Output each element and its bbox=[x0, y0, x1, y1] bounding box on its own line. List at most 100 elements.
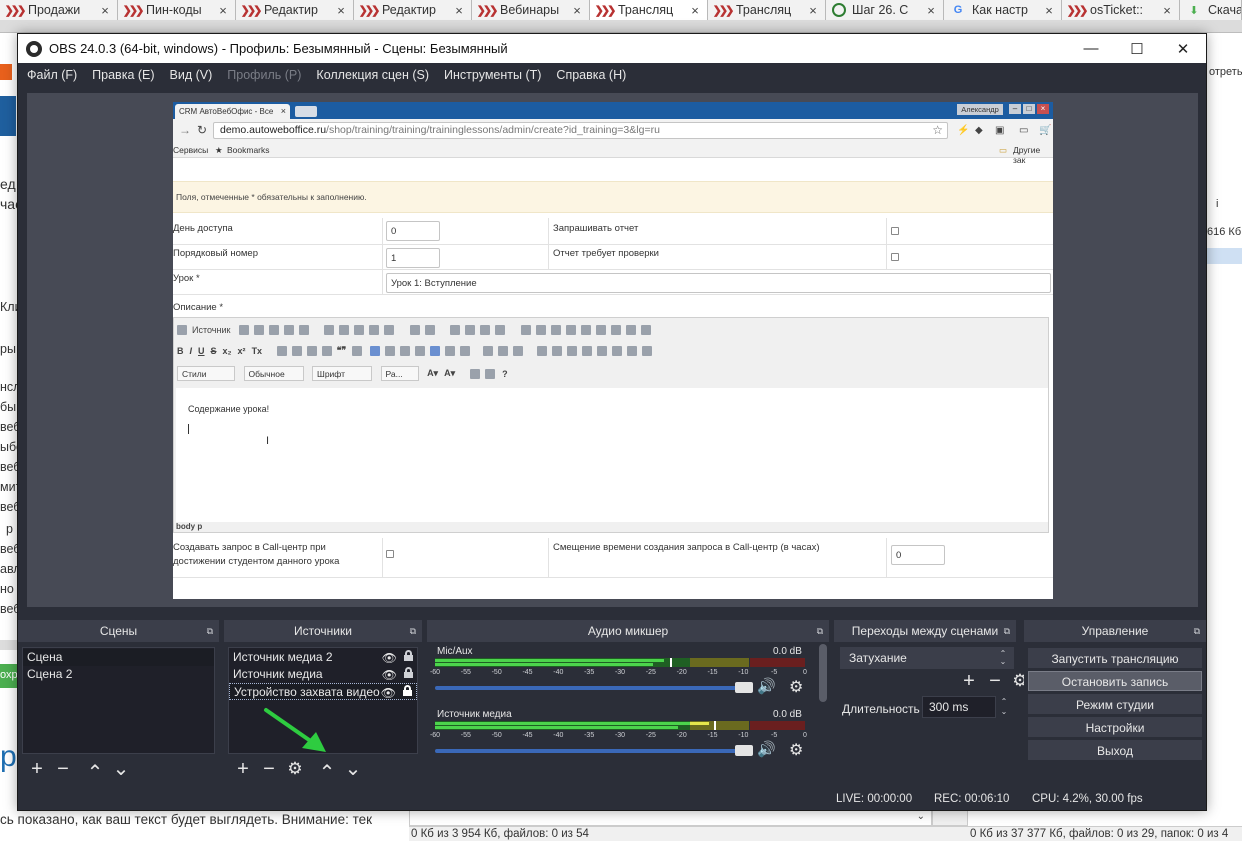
add-transition-button[interactable]: + bbox=[958, 670, 980, 692]
browser-tab[interactable]: ❯❯❯ Редактир × bbox=[236, 0, 354, 20]
unlock-icon[interactable] bbox=[404, 667, 413, 678]
add-source-button[interactable]: + bbox=[232, 758, 254, 780]
tab-close-icon[interactable]: × bbox=[688, 3, 702, 18]
spin-arrows-icon[interactable]: ⌃ ⌄ bbox=[997, 697, 1011, 717]
eye-icon[interactable]: 👁 bbox=[382, 667, 397, 684]
undock-icon[interactable]: ⧉ bbox=[1194, 620, 1200, 642]
menu-item[interactable]: Справка (H) bbox=[556, 68, 626, 82]
maximize-button[interactable]: ☐ bbox=[1114, 34, 1160, 63]
duration-spinbox[interactable]: 300 ms ⌃ ⌄ bbox=[922, 696, 1007, 718]
editor-font-combo: Шрифт bbox=[312, 366, 373, 381]
tab-close-icon[interactable]: × bbox=[334, 3, 348, 18]
stop-recording-button[interactable]: Остановить запись bbox=[1028, 671, 1202, 691]
gear-icon[interactable]: ⚙ bbox=[789, 677, 803, 697]
background-page-right-text: i bbox=[1216, 198, 1219, 210]
remove-source-button[interactable]: − bbox=[258, 758, 280, 780]
browser-tab-title: Редактир bbox=[382, 3, 436, 17]
remove-transition-button[interactable]: − bbox=[984, 670, 1006, 692]
undock-icon[interactable]: ⧉ bbox=[817, 620, 823, 642]
move-scene-down-button[interactable]: ⌄ bbox=[110, 758, 132, 780]
bookmark-item: Bookmarks bbox=[227, 145, 270, 155]
scenes-dock-header: Сцены ⧉ bbox=[18, 620, 219, 642]
remove-scene-button[interactable]: − bbox=[52, 758, 74, 780]
move-source-down-button[interactable]: ⌄ bbox=[342, 758, 364, 780]
settings-button[interactable]: Настройки bbox=[1028, 717, 1202, 737]
mixer-scale-tick: -5 bbox=[771, 669, 778, 676]
menu-item[interactable]: Вид (V) bbox=[170, 68, 213, 82]
tab-close-icon[interactable]: × bbox=[1160, 3, 1174, 18]
eye-icon[interactable]: 👁 bbox=[381, 685, 396, 702]
tab-close-icon[interactable]: × bbox=[570, 3, 584, 18]
source-item[interactable]: Источник медиа 👁 bbox=[229, 666, 417, 683]
mixer-channel-db: 0.0 dB bbox=[773, 646, 802, 657]
browser-tab[interactable]: ⬇ Скачат bbox=[1180, 0, 1242, 20]
mixer-scale-tick: -20 bbox=[676, 732, 687, 739]
browser-tab[interactable]: ❯❯❯ Пин-коды × bbox=[118, 0, 236, 20]
menu-item[interactable]: Инструменты (T) bbox=[444, 68, 541, 82]
start-streaming-button[interactable]: Запустить трансляцию bbox=[1028, 648, 1202, 668]
tab-close-icon[interactable]: × bbox=[1042, 3, 1056, 18]
duration-label: Длительность bbox=[842, 702, 920, 716]
scene-item[interactable]: Сцена bbox=[23, 649, 214, 666]
speaker-icon[interactable]: 🔊 bbox=[757, 740, 776, 758]
transition-select[interactable]: Затухание ⌃ ⌄ bbox=[840, 647, 1014, 669]
volume-slider-thumb[interactable] bbox=[735, 682, 753, 693]
volume-slider[interactable] bbox=[435, 682, 753, 693]
background-page-select[interactable]: ⌄ bbox=[409, 810, 932, 826]
mixer-scale-tick: -45 bbox=[522, 669, 533, 676]
background-page-select-button[interactable] bbox=[932, 810, 968, 826]
tab-close-icon[interactable]: × bbox=[452, 3, 466, 18]
tab-close-icon[interactable]: × bbox=[924, 3, 938, 18]
tab-close-icon[interactable]: × bbox=[806, 3, 820, 18]
speaker-icon[interactable]: 🔊 bbox=[757, 677, 776, 695]
browser-tab[interactable]: ❯❯❯ Продажи × bbox=[0, 0, 118, 20]
browser-tab[interactable]: G Как настр × bbox=[944, 0, 1062, 20]
background-page-save-button[interactable]: охр bbox=[0, 664, 18, 688]
menu-item[interactable]: Правка (E) bbox=[92, 68, 154, 82]
browser-tab[interactable]: ❯❯❯ Трансляц × bbox=[590, 0, 708, 20]
gear-icon[interactable]: ⚙ bbox=[789, 740, 803, 760]
browser-tab[interactable]: ❯❯❯ osTicket:: × bbox=[1062, 0, 1180, 20]
move-scene-up-button[interactable]: ⌃ bbox=[84, 762, 106, 784]
browser-tab[interactable]: ❯❯❯ Трансляц × bbox=[708, 0, 826, 20]
obs-titlebar[interactable]: OBS 24.0.3 (64-bit, windows) - Профиль: … bbox=[18, 34, 1206, 63]
undock-icon[interactable]: ⧉ bbox=[1004, 620, 1010, 642]
undock-icon[interactable]: ⧉ bbox=[207, 620, 213, 642]
mixer-scale-tick: -10 bbox=[738, 732, 749, 739]
source-properties-button[interactable]: ⚙ bbox=[284, 758, 306, 780]
tab-close-icon[interactable]: × bbox=[98, 3, 112, 18]
background-page-text-fragment: но bbox=[0, 582, 14, 596]
move-source-up-button[interactable]: ⌃ bbox=[316, 762, 338, 784]
studio-mode-button[interactable]: Режим студии bbox=[1028, 694, 1202, 714]
eye-icon[interactable]: 👁 bbox=[382, 650, 397, 667]
minimize-button[interactable]: — bbox=[1068, 34, 1114, 63]
volume-slider[interactable] bbox=[435, 745, 753, 756]
background-page-scrollbar[interactable] bbox=[0, 640, 18, 650]
volume-slider-thumb[interactable] bbox=[735, 745, 753, 756]
add-scene-button[interactable]: + bbox=[26, 758, 48, 780]
captured-user-badge: Александр bbox=[957, 104, 1003, 115]
source-item[interactable]: Устройство захвата видео 👁 bbox=[229, 683, 417, 700]
preview-area[interactable]: CRM АвтоВебОфис - Все × Александр – □ × … bbox=[27, 93, 1198, 607]
source-item[interactable]: Источник медиа 2 👁 bbox=[229, 649, 417, 666]
close-button[interactable]: ✕ bbox=[1160, 34, 1206, 63]
browser-tab-title: Трансляц bbox=[618, 3, 674, 17]
lock-icon[interactable] bbox=[403, 685, 412, 696]
exit-button[interactable]: Выход bbox=[1028, 740, 1202, 760]
preview-canvas[interactable]: CRM АвтоВебОфис - Все × Александр – □ × … bbox=[173, 102, 1053, 599]
sources-dock-title: Источники bbox=[294, 624, 352, 638]
undock-icon[interactable]: ⧉ bbox=[410, 620, 416, 642]
menu-item[interactable]: Файл (F) bbox=[27, 68, 77, 82]
tab-close-icon[interactable]: × bbox=[216, 3, 230, 18]
background-page-orange-block bbox=[0, 64, 12, 80]
browser-tab[interactable]: ❯❯❯ Редактир × bbox=[354, 0, 472, 20]
browser-tab[interactable]: ❯❯❯ Вебинары × bbox=[472, 0, 590, 20]
divider bbox=[886, 538, 887, 578]
menu-item[interactable]: Коллекция сцен (S) bbox=[316, 68, 429, 82]
audio-mixer-header: Аудио микшер ⧉ bbox=[427, 620, 829, 642]
browser-tab[interactable]: Шаг 26. С × bbox=[826, 0, 944, 20]
mixer-scrollbar[interactable] bbox=[819, 644, 827, 702]
scene-item[interactable]: Сцена 2 bbox=[23, 666, 214, 683]
unlock-icon[interactable] bbox=[404, 650, 413, 661]
captured-form-row: Создавать запрос в Call-центр при достиж… bbox=[173, 538, 1053, 578]
